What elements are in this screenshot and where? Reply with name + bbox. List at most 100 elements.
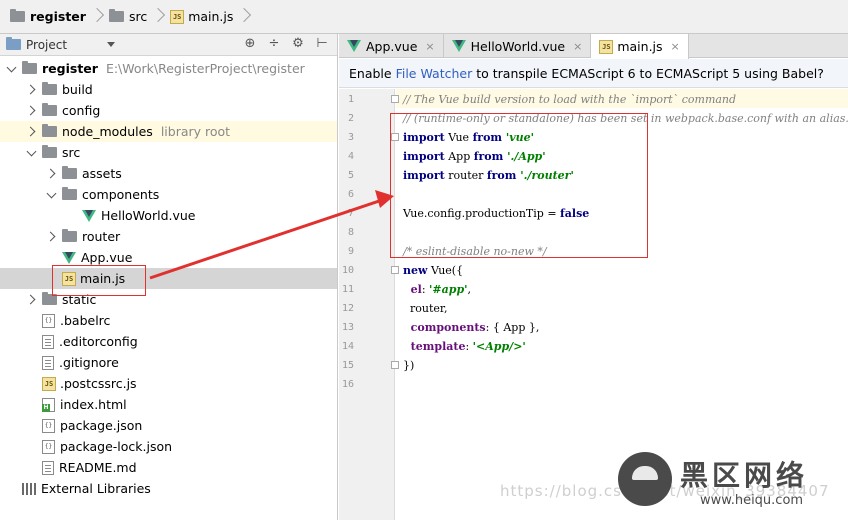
tree-item[interactable]: .gitignore	[0, 352, 337, 373]
tree-item[interactable]: {} package.json	[0, 415, 337, 436]
code-line[interactable]: template: '<App/>'	[403, 337, 526, 356]
tree-item[interactable]: router	[0, 226, 337, 247]
tree-item[interactable]: .editorconfig	[0, 331, 337, 352]
fold-marker-icon[interactable]	[391, 361, 399, 369]
breadcrumb-item[interactable]: src	[105, 6, 151, 28]
breadcrumb-item[interactable]: register	[6, 6, 90, 28]
hide-panel-icon[interactable]: ⊢	[315, 37, 329, 51]
close-icon[interactable]: ×	[425, 40, 434, 53]
line-number: 10	[341, 265, 354, 276]
tree-item-label: register	[42, 61, 98, 76]
tree-item[interactable]: {} package-lock.json	[0, 436, 337, 457]
code-token: : { App },	[485, 321, 540, 334]
tree-item-label: package-lock.json	[60, 439, 173, 454]
watermark-logo-name: 黑区网络	[680, 459, 809, 492]
tree-item[interactable]: JS main.js	[0, 268, 337, 289]
code-line[interactable]: el: '#app',	[403, 280, 471, 299]
fold-marker-icon[interactable]	[391, 266, 399, 274]
chevron-down-icon[interactable]	[24, 146, 38, 160]
tree-item[interactable]: assets	[0, 163, 337, 184]
tree-item-label: App.vue	[81, 250, 133, 265]
breadcrumb-label: register	[30, 9, 86, 24]
tree-item-label: README.md	[59, 460, 137, 475]
tree-item-label: HelloWorld.vue	[101, 208, 196, 223]
tree-item[interactable]: src	[0, 142, 337, 163]
project-panel-title: Project	[26, 37, 68, 52]
panel-toolbar: ⊕ ÷ ⚙ ⊢	[243, 37, 329, 51]
gear-icon[interactable]: ⚙	[291, 37, 305, 51]
vue-file-icon	[82, 209, 96, 222]
tree-item[interactable]: build	[0, 79, 337, 100]
tree-item[interactable]: node_modules library root	[0, 121, 337, 142]
close-icon[interactable]: ×	[573, 40, 582, 53]
watermark-logo-icon	[618, 452, 672, 506]
editor-tab[interactable]: JS main.js ×	[591, 34, 689, 59]
tree-item[interactable]: {} .babelrc	[0, 310, 337, 331]
tree-item-label: External Libraries	[41, 481, 151, 496]
editor-tab[interactable]: HelloWorld.vue ×	[444, 34, 592, 58]
chevron-down-icon[interactable]	[4, 62, 18, 76]
tree-item[interactable]: HelloWorld.vue	[0, 205, 337, 226]
line-number-gutter: 1 2 3 4 5 6 7 8 9 10 11 12 13 14 15 16	[339, 89, 395, 520]
code-line[interactable]: router,	[403, 299, 447, 318]
breadcrumb-separator	[92, 6, 102, 28]
file-watcher-link[interactable]: File Watcher	[396, 66, 473, 81]
code-line[interactable]: // The Vue build version to load with th…	[403, 90, 736, 109]
locate-target-icon[interactable]: ⊕	[243, 37, 257, 51]
view-dropdown-icon[interactable]	[107, 42, 116, 47]
close-icon[interactable]: ×	[671, 40, 680, 53]
breadcrumb-label: src	[128, 9, 148, 24]
tree-item[interactable]: config	[0, 100, 337, 121]
editor-tab[interactable]: App.vue ×	[339, 34, 444, 58]
json-file-icon: {}	[42, 439, 55, 454]
tree-item-label: build	[62, 82, 93, 97]
line-number: 14	[341, 341, 354, 352]
tree-item[interactable]: index.html	[0, 394, 337, 415]
tree-item[interactable]: JS .postcssrc.js	[0, 373, 337, 394]
project-panel-header: Project ⊕ ÷ ⚙ ⊢	[0, 34, 337, 56]
line-number: 9	[347, 246, 354, 257]
highlight-box-main-js	[52, 265, 146, 296]
json-file-icon: {}	[42, 418, 55, 433]
collapse-all-icon[interactable]: ÷	[267, 37, 281, 51]
js-file-icon: JS	[599, 39, 614, 54]
chevron-right-icon[interactable]	[44, 230, 58, 244]
tree-item[interactable]: README.md	[0, 457, 337, 478]
chevron-right-icon[interactable]	[24, 83, 38, 97]
line-number: 4	[347, 151, 354, 162]
breadcrumb-label: main.js	[188, 9, 234, 24]
folder-icon	[42, 145, 57, 158]
tree-item-label: .editorconfig	[59, 334, 138, 349]
tree-item[interactable]: App.vue	[0, 247, 337, 268]
breadcrumb-item[interactable]: JS main.js	[166, 6, 237, 28]
line-number: 1	[347, 94, 354, 105]
breadcrumb-separator	[239, 6, 249, 28]
tree-item-label: router	[82, 229, 121, 244]
chevron-right-icon[interactable]	[24, 125, 38, 139]
code-line[interactable]: })	[403, 356, 414, 375]
line-number: 5	[347, 170, 354, 181]
tree-item[interactable]: components	[0, 184, 337, 205]
vue-file-icon	[347, 40, 361, 52]
line-number: 7	[347, 208, 354, 219]
tree-item[interactable]: External Libraries	[0, 478, 337, 499]
tree-item[interactable]: register E:\Work\RegisterProject\register	[0, 58, 337, 79]
chevron-right-icon[interactable]	[24, 104, 38, 118]
chevron-right-icon[interactable]	[24, 293, 38, 307]
tree-item[interactable]: static	[0, 289, 337, 310]
tree-item-label: .babelrc	[60, 313, 111, 328]
code-line[interactable]: new Vue({	[403, 261, 463, 280]
tree-item-label: config	[62, 103, 101, 118]
code-line[interactable]: components: { App },	[403, 318, 540, 337]
js-file-icon: JS	[170, 9, 185, 24]
navigation-breadcrumb: register src JS main.js	[0, 0, 848, 34]
chevron-down-icon[interactable]	[44, 188, 58, 202]
vue-file-icon	[451, 40, 466, 52]
tree-item-label: .gitignore	[59, 355, 119, 370]
line-number: 8	[347, 227, 354, 238]
watermark-logo-site: www.heiqu.com	[700, 493, 804, 508]
line-number: 16	[341, 379, 354, 390]
line-number: 11	[341, 284, 354, 295]
chevron-right-icon[interactable]	[44, 167, 58, 181]
fold-marker-icon[interactable]	[391, 95, 399, 103]
